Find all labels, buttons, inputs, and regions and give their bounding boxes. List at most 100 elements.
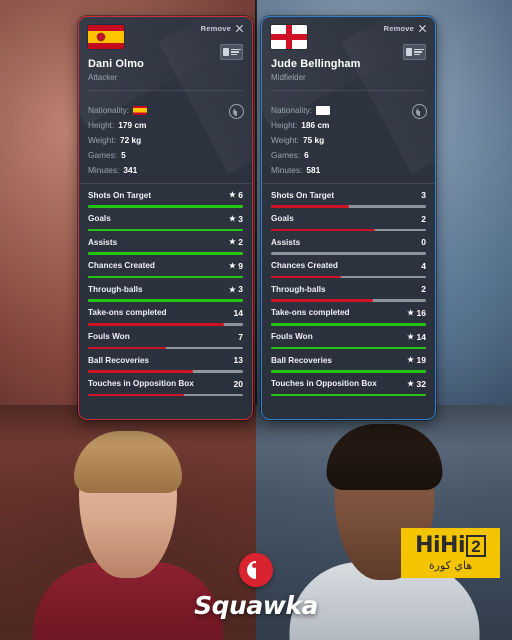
squawka-logo-icon xyxy=(412,104,427,119)
id-card-icon[interactable] xyxy=(403,44,426,60)
player-cards: Remove Dani Olmo Attacker Nationality: H… xyxy=(0,0,512,430)
stat-row-header: Take-ons completed ★ 16 xyxy=(271,308,426,318)
player-position-right: Midfielder xyxy=(271,73,306,82)
stat-label: Fouls Won xyxy=(88,332,130,342)
squawka-logo-icon xyxy=(239,553,273,587)
comparison-graphic: Remove Dani Olmo Attacker Nationality: H… xyxy=(0,0,512,640)
star-icon: ★ xyxy=(407,331,415,341)
id-card-icon[interactable] xyxy=(220,44,243,60)
id-lines-glyph xyxy=(231,48,241,56)
stat-row: Goals 2 xyxy=(262,208,435,232)
star-icon: ★ xyxy=(229,261,236,271)
stat-number: 2 xyxy=(421,213,426,224)
height-value: 186 cm xyxy=(301,120,330,130)
stat-row: Goals ★ 3 xyxy=(79,208,252,232)
stat-label: Assists xyxy=(88,237,118,247)
stat-number: 3 xyxy=(238,284,243,295)
stat-label: Take-ons completed xyxy=(88,308,167,318)
star-icon: ★ xyxy=(407,379,415,388)
stat-number: 14 xyxy=(416,331,426,342)
stat-value: 2 xyxy=(421,284,426,294)
stat-row-header: Ball Recoveries 13 xyxy=(88,355,243,365)
stat-row: Assists 0 xyxy=(262,231,435,255)
stat-row-header: Shots On Target ★ 6 xyxy=(88,190,243,200)
remove-button-right[interactable]: Remove xyxy=(384,24,427,33)
stat-label: Touches in Opposition Box xyxy=(88,379,194,389)
stat-bar-fill xyxy=(271,393,426,397)
country-flag-england xyxy=(271,25,307,49)
games-label: Games: xyxy=(271,150,301,160)
info-games: Games: 6 xyxy=(271,150,426,160)
stat-label: Chances Created xyxy=(271,261,338,271)
stat-bar-track xyxy=(88,393,243,397)
stat-label: Through-balls xyxy=(88,284,143,294)
squawka-watermark: Squawka xyxy=(176,553,336,620)
stat-row-header: Fouls Won ★ 14 xyxy=(271,332,426,342)
info-nationality: Nationality: xyxy=(271,105,426,115)
stat-value: 3 xyxy=(421,190,426,200)
squawka-wordmark: Squawka xyxy=(194,591,318,620)
stat-value: ★ 16 xyxy=(407,308,426,318)
stat-value: ★ 3 xyxy=(229,214,243,224)
stat-row: Fouls Won ★ 14 xyxy=(262,326,435,350)
card-header-left: Remove Dani Olmo Attacker xyxy=(79,17,252,98)
height-value: 179 cm xyxy=(118,120,147,130)
close-icon xyxy=(235,24,244,33)
games-label: Games: xyxy=(88,150,118,160)
star-icon: ★ xyxy=(407,308,415,318)
height-label: Height: xyxy=(271,120,298,130)
player-card-right: Remove Jude Bellingham Midfielder Nation… xyxy=(261,16,436,420)
hihi2-arabic-text: هاي كورة xyxy=(428,559,473,572)
stat-number: 2 xyxy=(421,284,426,295)
info-games: Games: 5 xyxy=(88,150,243,160)
player-position-left: Attacker xyxy=(88,73,118,82)
stat-label: Fouls Won xyxy=(271,332,313,342)
stat-row: Shots On Target 3 xyxy=(262,184,435,208)
stat-number: 3 xyxy=(421,190,426,200)
squawka-logo-icon xyxy=(229,104,244,119)
stat-number: 9 xyxy=(238,260,243,271)
player-card-left: Remove Dani Olmo Attacker Nationality: H… xyxy=(78,16,253,420)
stat-bar-track xyxy=(271,393,426,397)
stat-value: ★ 2 xyxy=(229,237,243,247)
stat-value: 2 xyxy=(421,214,426,224)
stat-row-header: Assists ★ 2 xyxy=(88,237,243,247)
player-name-left: Dani Olmo xyxy=(88,58,144,70)
info-height: Height: 179 cm xyxy=(88,120,243,130)
info-minutes: Minutes: 341 xyxy=(88,165,243,175)
info-weight: Weight: 72 kg xyxy=(88,135,243,145)
stat-value: ★ 19 xyxy=(407,355,426,365)
nationality-flag-spain xyxy=(133,105,148,115)
weight-value: 72 kg xyxy=(119,135,142,145)
stat-number: 4 xyxy=(421,260,426,271)
stat-value: 0 xyxy=(421,237,426,247)
stat-number: 0 xyxy=(421,237,426,248)
stat-row-header: Goals ★ 3 xyxy=(88,214,243,224)
stat-value: 13 xyxy=(234,355,243,365)
header-divider xyxy=(88,90,243,91)
minutes-label: Minutes: xyxy=(271,165,303,175)
header-divider xyxy=(271,90,426,91)
stat-number: 14 xyxy=(233,307,243,318)
stat-value: 14 xyxy=(234,308,243,318)
nationality-flag-england xyxy=(316,105,331,115)
stat-label: Through-balls xyxy=(271,284,326,294)
remove-button-left[interactable]: Remove xyxy=(201,24,244,33)
stat-row: Through-balls ★ 3 xyxy=(79,278,252,302)
star-icon: ★ xyxy=(229,213,236,223)
weight-value: 75 kg xyxy=(302,135,325,145)
stat-number: 32 xyxy=(416,378,426,389)
stat-label: Chances Created xyxy=(88,261,155,271)
stat-label: Assists xyxy=(271,237,301,247)
stat-row: Touches in Opposition Box 20 xyxy=(79,373,252,397)
stat-row-header: Assists 0 xyxy=(271,237,426,247)
stat-row-header: Chances Created ★ 9 xyxy=(88,261,243,271)
stat-number: 7 xyxy=(238,331,243,342)
stat-label: Shots On Target xyxy=(88,190,152,200)
height-label: Height: xyxy=(88,120,115,130)
stat-label: Goals xyxy=(271,214,294,224)
stat-number: 19 xyxy=(416,355,426,366)
stat-row-header: Shots On Target 3 xyxy=(271,190,426,200)
stat-list-left: Shots On Target ★ 6 Goals ★ 3 Assists ★ 2 Chances… xyxy=(79,184,252,397)
hihi2-text: HiHi xyxy=(415,533,465,558)
